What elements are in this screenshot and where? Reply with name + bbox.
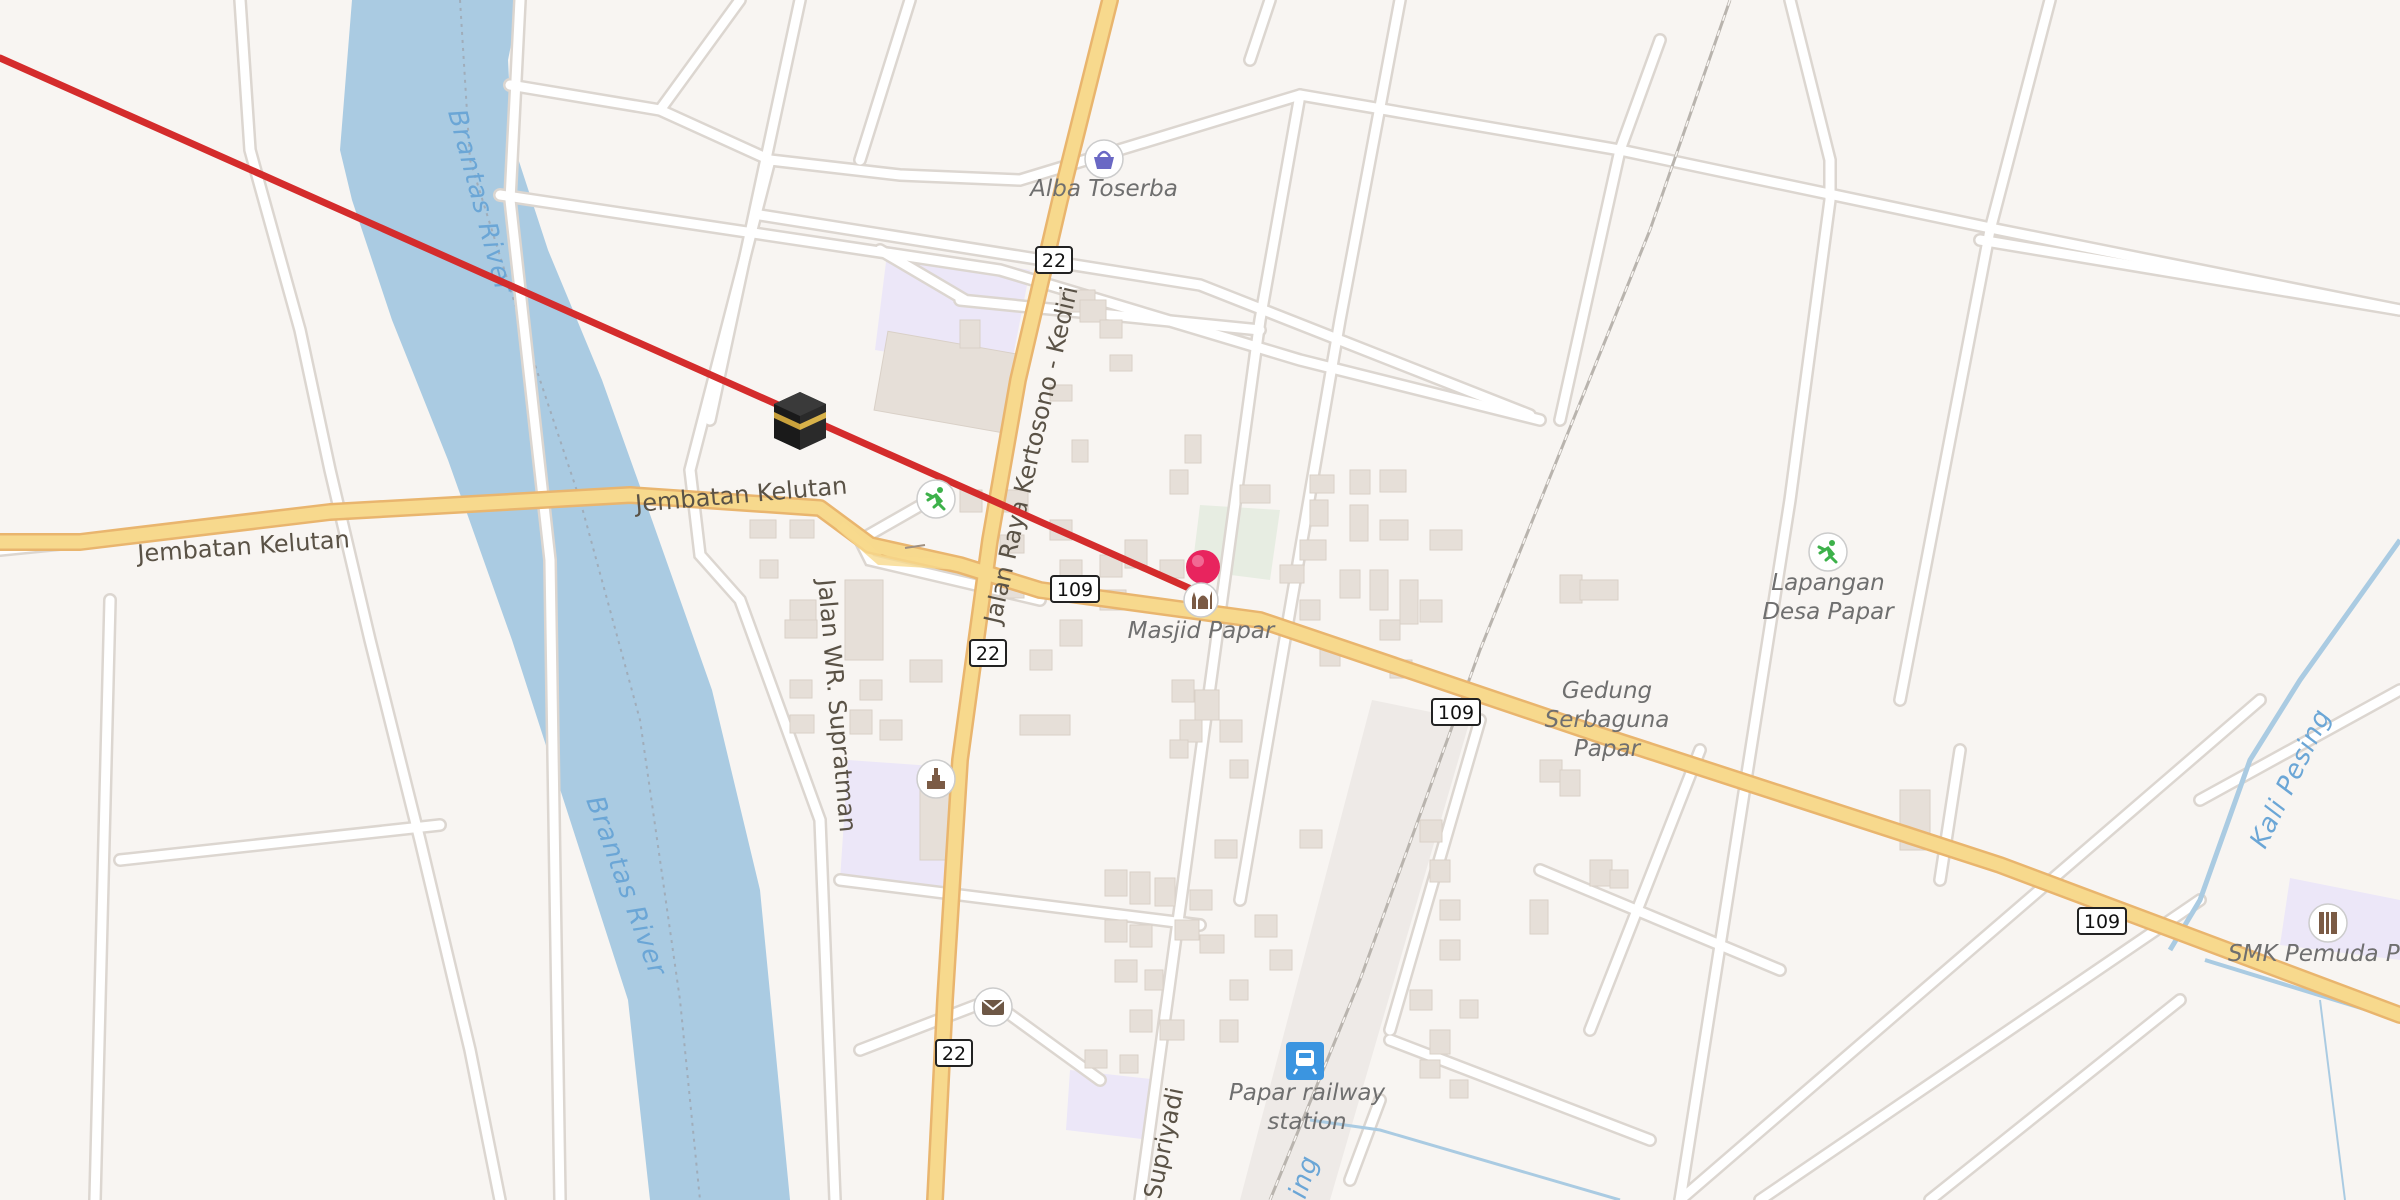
monument-icon[interactable] xyxy=(916,759,956,799)
mosque-icon[interactable] xyxy=(1183,582,1219,618)
running-person-icon-lapangan[interactable] xyxy=(1808,532,1848,572)
running-person-icon[interactable] xyxy=(916,479,956,519)
map-overlay-layer xyxy=(0,54,2348,1080)
route-line xyxy=(0,54,1204,597)
map-canvas[interactable]: Brantas River Brantas River Kali Pesing … xyxy=(0,0,2400,1200)
shopping-basket-icon[interactable] xyxy=(1084,139,1124,179)
post-office-icon[interactable] xyxy=(973,987,1013,1027)
kaaba-icon[interactable] xyxy=(774,392,826,450)
school-icon[interactable] xyxy=(2308,903,2348,943)
train-icon[interactable] xyxy=(1286,1042,1324,1080)
